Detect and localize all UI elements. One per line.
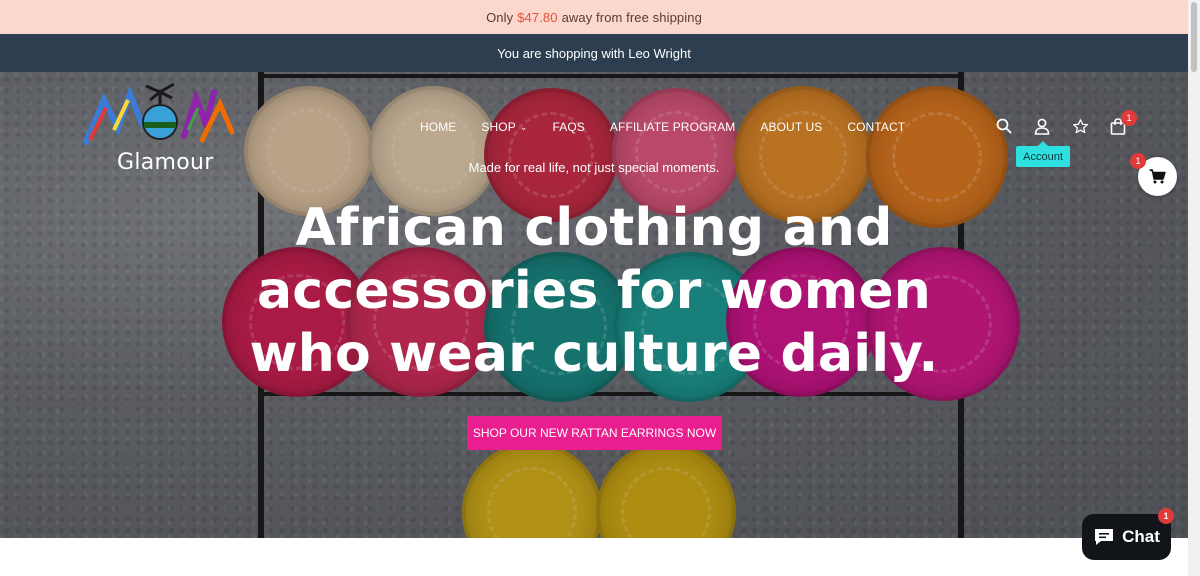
chat-button[interactable]: Chat 1	[1082, 508, 1174, 560]
nav-item-home[interactable]: HOME	[420, 120, 456, 134]
nav-item-shop-label: SHOP	[481, 120, 516, 134]
nav-item-shop[interactable]: SHOP ⌄	[481, 120, 527, 134]
chat-count-badge: 1	[1158, 508, 1174, 524]
hero-headline-line: who wear culture daily.	[249, 324, 939, 384]
header-icons: 1	[994, 110, 1137, 136]
bag-icon[interactable]: 1	[1108, 110, 1137, 136]
shipping-prefix: Only	[486, 9, 514, 25]
star-icon[interactable]	[1070, 116, 1090, 136]
nav-item-about[interactable]: ABOUT US	[760, 120, 822, 134]
chevron-down-icon: ⌄	[519, 121, 528, 132]
shop-rattan-earrings-button[interactable]: SHOP OUR NEW RATTAN EARRINGS NOW	[467, 416, 722, 450]
shipping-suffix: away from free shipping	[561, 9, 702, 25]
nav-item-faqs[interactable]: FAQS	[552, 120, 584, 134]
chat-bubble-icon	[1095, 529, 1114, 545]
user-icon[interactable]	[1032, 116, 1052, 136]
hero-headline-line: African clothing and	[295, 198, 893, 258]
page-scrollbar[interactable]	[1188, 0, 1200, 576]
cart-count-badge: 1	[1121, 110, 1137, 126]
hero-headline: African clothing and accessories for wom…	[0, 197, 1188, 386]
search-icon[interactable]	[994, 116, 1014, 136]
hero-tagline: Made for real life, not just special mom…	[468, 160, 720, 175]
hero-headline-line: accessories for women	[257, 261, 931, 321]
main-nav: HOME SHOP ⌄ FAQS AFFILIATE PROGRAM ABOUT…	[420, 120, 930, 134]
shipping-amount: $47.80	[517, 9, 558, 25]
scrollbar-thumb[interactable]	[1191, 2, 1197, 72]
shopper-text: You are shopping with Leo Wright	[497, 45, 691, 61]
logo-mark-icon	[84, 82, 234, 145]
nav-item-contact[interactable]: CONTACT	[847, 120, 905, 134]
chat-label: Chat	[1122, 527, 1160, 546]
free-shipping-bar: Only $47.80 away from free shipping	[0, 0, 1188, 34]
nav-item-affiliate[interactable]: AFFILIATE PROGRAM	[610, 120, 736, 134]
shopper-bar: You are shopping with Leo Wright	[0, 34, 1188, 72]
